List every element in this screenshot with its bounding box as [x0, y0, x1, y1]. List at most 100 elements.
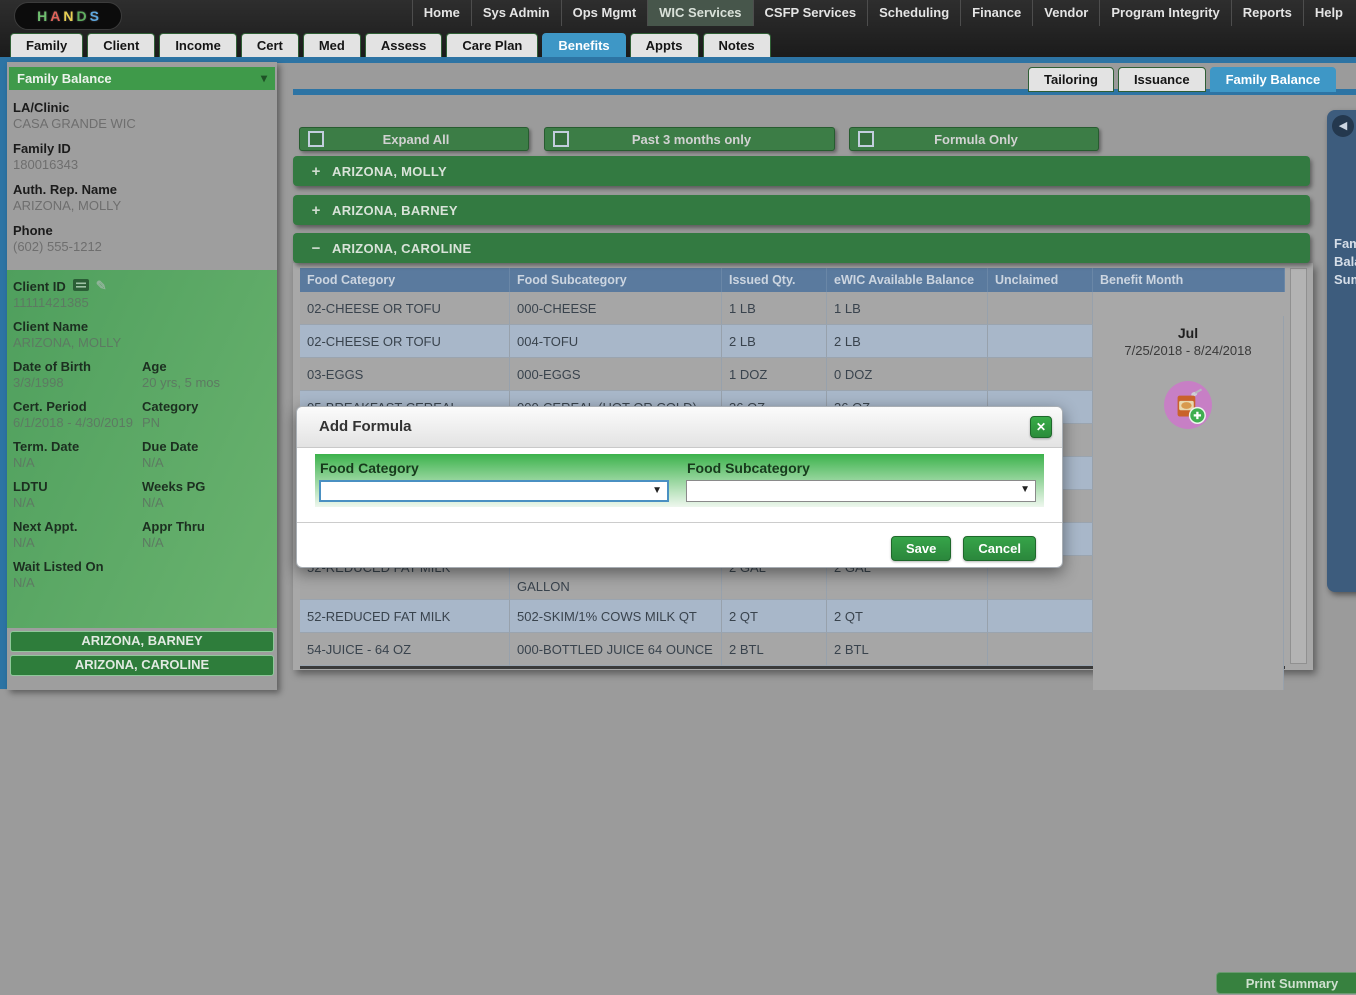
collapse-left-icon[interactable]: ◀	[1332, 115, 1354, 137]
member-button-arizona-barney[interactable]: ARIZONA, BARNEY	[10, 631, 274, 652]
field-next-appt: Next Appt.N/A	[13, 519, 142, 550]
tab-family[interactable]: Family	[10, 33, 83, 57]
field-client-name: Client NameARIZONA, MOLLY	[13, 319, 271, 350]
food-subcategory-label: Food Subcategory	[686, 460, 1038, 476]
column-header-benefit-month: Benefit Month	[1093, 268, 1285, 292]
cell-ewic-balance: 2 BTL	[827, 633, 988, 666]
card-icon[interactable]	[73, 279, 89, 294]
table-scrollbar[interactable]	[1290, 268, 1307, 664]
field-label: Family ID	[13, 141, 269, 156]
field-category: CategoryPN	[142, 399, 271, 430]
filter-past-3-months-only[interactable]: Past 3 months only	[544, 127, 835, 151]
field-label: Date of Birth	[13, 359, 142, 374]
collapse-icon[interactable]: −	[309, 240, 323, 257]
field-label: Auth. Rep. Name	[13, 182, 269, 197]
accordion-label: ARIZONA, CAROLINE	[332, 241, 471, 256]
field-value: N/A	[142, 495, 271, 510]
expand-icon[interactable]: +	[309, 202, 323, 219]
column-header-food-subcategory: Food Subcategory	[510, 268, 722, 292]
tab-med[interactable]: Med	[303, 33, 361, 57]
nav-item-scheduling[interactable]: Scheduling	[867, 0, 960, 26]
nav-item-ops-mgmt[interactable]: Ops Mgmt	[561, 0, 648, 26]
cell-unclaimed	[988, 325, 1093, 358]
accordion-arizona-caroline[interactable]: −ARIZONA, CAROLINE	[293, 233, 1310, 263]
field-weeks-pg: Weeks PGN/A	[142, 479, 271, 510]
food-category-label: Food Category	[319, 460, 671, 476]
family-balance-summary-panel[interactable]: ◀ Family Balance Summary	[1327, 110, 1356, 592]
member-buttons: ARIZONA, BARNEY ARIZONA, CAROLINE	[7, 628, 277, 676]
column-header-ewic-available-balance: eWIC Available Balance	[827, 268, 988, 292]
nav-item-finance[interactable]: Finance	[960, 0, 1032, 26]
filter-label: Formula Only	[874, 132, 1098, 147]
cell-subcategory: 000-EGGS	[510, 358, 722, 391]
logo-letter: S	[90, 8, 99, 24]
module-tabs: FamilyClientIncomeCertMedAssessCare Plan…	[10, 33, 771, 57]
tab-appts[interactable]: Appts	[630, 33, 699, 57]
cell-category: 02-CHEESE OR TOFU	[300, 325, 510, 358]
family-balance-dropdown[interactable]: Family Balance ▾	[9, 67, 275, 90]
field-value: N/A	[13, 575, 271, 590]
field-value: PN	[142, 415, 271, 430]
tab-cert[interactable]: Cert	[241, 33, 299, 57]
client-info-row: Client NameARIZONA, MOLLY	[13, 319, 271, 350]
nav-item-wic-services[interactable]: WIC Services	[647, 0, 752, 26]
field-label: Category	[142, 399, 271, 414]
field-age: Age20 yrs, 5 mos	[142, 359, 271, 390]
tab-care-plan[interactable]: Care Plan	[446, 33, 538, 57]
logo-letter: A	[50, 8, 60, 24]
view-tab-family-balance[interactable]: Family Balance	[1210, 67, 1337, 92]
tab-client[interactable]: Client	[87, 33, 155, 57]
field-label: Weeks PG	[142, 479, 271, 494]
nav-item-csfp-services[interactable]: CSFP Services	[753, 0, 868, 26]
accordion-arizona-molly[interactable]: +ARIZONA, MOLLY	[293, 156, 1310, 186]
nav-item-help[interactable]: Help	[1303, 0, 1354, 26]
field-label: Client ID✎	[13, 278, 271, 294]
filter-buttons: Expand All Past 3 months only Formula Only	[299, 127, 1099, 151]
nav-item-vendor[interactable]: Vendor	[1032, 0, 1099, 26]
accordion-arizona-barney[interactable]: +ARIZONA, BARNEY	[293, 195, 1310, 225]
field-value: 11111421385	[13, 295, 271, 310]
field-label: Phone	[13, 223, 269, 238]
view-tab-tailoring[interactable]: Tailoring	[1028, 67, 1114, 92]
tab-notes[interactable]: Notes	[703, 33, 771, 57]
print-summary-button[interactable]: Print Summary	[1216, 972, 1356, 994]
nav-item-program-integrity[interactable]: Program Integrity	[1099, 0, 1230, 26]
cancel-button[interactable]: Cancel	[963, 536, 1036, 561]
tab-assess[interactable]: Assess	[365, 33, 443, 57]
nav-item-home[interactable]: Home	[412, 0, 471, 26]
benefit-month-label: Jul	[1178, 325, 1198, 341]
field-client-id: Client ID✎11111421385	[13, 278, 271, 310]
nav-item-sys-admin[interactable]: Sys Admin	[471, 0, 561, 26]
cell-subcategory: 000-CHEESE	[510, 292, 722, 325]
expand-icon[interactable]: +	[309, 163, 323, 180]
add-formula-icon[interactable]	[1163, 380, 1213, 430]
save-button[interactable]: Save	[891, 536, 951, 561]
food-subcategory-select[interactable]: ▼	[686, 480, 1036, 502]
benefit-month-cell: Jul 7/25/2018 - 8/24/2018	[1093, 316, 1284, 690]
filter-formula-only[interactable]: Formula Only	[849, 127, 1099, 151]
cell-unclaimed	[988, 292, 1093, 325]
field-value: 180016343	[13, 157, 269, 172]
filter-expand-all[interactable]: Expand All	[299, 127, 529, 151]
nav-item-reports[interactable]: Reports	[1231, 0, 1303, 26]
benefit-month-range: 7/25/2018 - 8/24/2018	[1124, 343, 1251, 358]
checkbox-icon[interactable]	[858, 131, 874, 147]
client-info-row: Date of Birth3/3/1998Age20 yrs, 5 mos	[13, 359, 271, 390]
checkbox-icon[interactable]	[308, 131, 324, 147]
close-icon[interactable]: ✕	[1030, 416, 1052, 438]
cell-unclaimed	[988, 358, 1093, 391]
food-category-select[interactable]: ▼	[319, 480, 669, 502]
sidebar-panel-title: Family Balance	[17, 71, 112, 86]
view-tab-issuance[interactable]: Issuance	[1118, 67, 1206, 92]
field-label: LA/Clinic	[13, 100, 269, 115]
edit-icon[interactable]: ✎	[96, 278, 107, 294]
member-button-arizona-caroline[interactable]: ARIZONA, CAROLINE	[10, 655, 274, 676]
field-value: (602) 555-1212	[13, 239, 269, 254]
filter-label: Past 3 months only	[569, 132, 834, 147]
tab-income[interactable]: Income	[159, 33, 237, 57]
checkbox-icon[interactable]	[553, 131, 569, 147]
field-value: N/A	[13, 535, 142, 550]
tab-benefits[interactable]: Benefits	[542, 33, 625, 57]
modal-title: Add Formula	[297, 407, 1062, 447]
field-auth-rep-name: Auth. Rep. NameARIZONA, MOLLY	[13, 182, 269, 213]
